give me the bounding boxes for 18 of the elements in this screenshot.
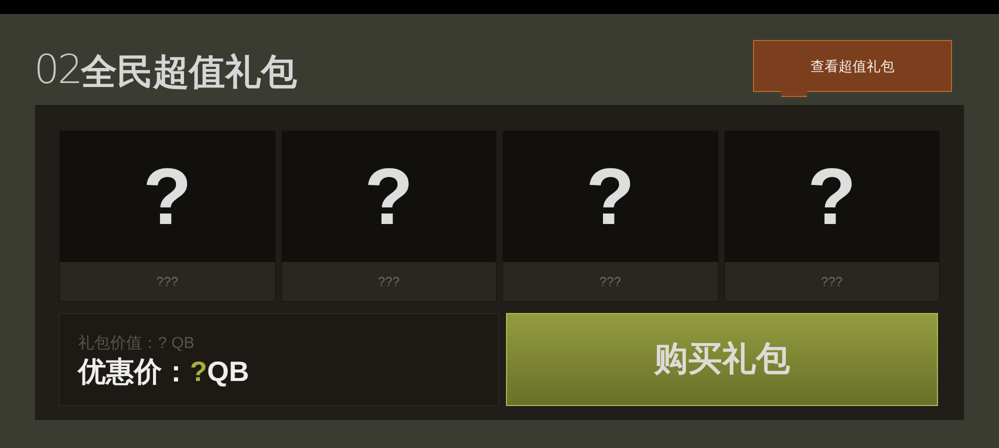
section-title: 全民超值礼包 — [80, 54, 297, 90]
item-placeholder: ? — [586, 156, 635, 236]
view-packs-button[interactable]: 查看超值礼包 — [753, 40, 952, 92]
button-pointer — [781, 91, 807, 97]
item-caption: ??? — [378, 272, 400, 291]
item-caption: ??? — [599, 272, 622, 291]
item-caption: ??? — [156, 272, 178, 291]
item-placeholder: ? — [807, 156, 856, 236]
gift-card[interactable]: ? ??? — [502, 130, 718, 302]
original-price: 礼包价值：? QB — [78, 334, 196, 354]
gift-card[interactable]: ? ??? — [280, 130, 497, 302]
item-caption: ??? — [820, 272, 843, 291]
gift-card[interactable]: ? ??? — [59, 130, 276, 302]
gift-card[interactable]: ? ??? — [724, 130, 940, 302]
section-number: 02 — [34, 50, 81, 90]
item-placeholder: ? — [142, 156, 192, 236]
discount-price: 优惠价：?QB — [78, 355, 250, 389]
item-placeholder: ? — [364, 156, 414, 236]
